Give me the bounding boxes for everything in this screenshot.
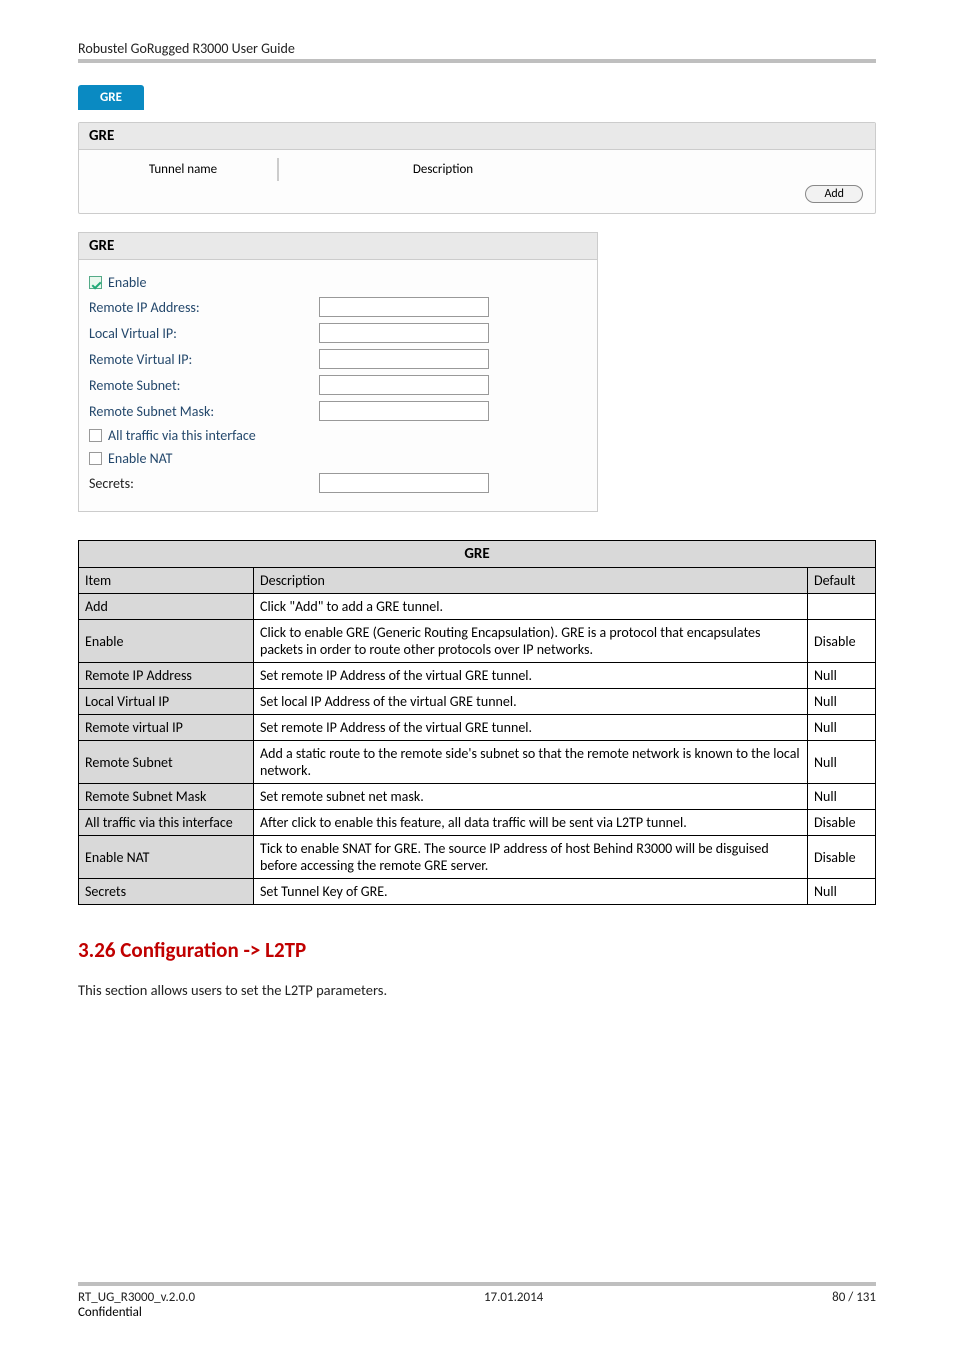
cell-desc: After click to enable this feature, all …	[254, 810, 808, 836]
cell-desc: Set Tunnel Key of GRE.	[254, 879, 808, 905]
cell-item: Secrets	[79, 879, 254, 905]
cell-item: Enable	[79, 620, 254, 663]
cell-def: Null	[808, 784, 876, 810]
page-footer: RT_UG_R3000_v.2.0.0 17.01.2014 80 / 131 …	[78, 1282, 876, 1320]
table-row: Remote IP Address Set remote IP Address …	[79, 663, 876, 689]
remote-subnet-label: Remote Subnet:	[89, 377, 319, 394]
remote-subnet-mask-input[interactable]	[319, 401, 489, 421]
th-item: Item	[79, 568, 254, 594]
remote-ip-label: Remote IP Address:	[89, 299, 319, 316]
footer-left: RT_UG_R3000_v.2.0.0	[78, 1290, 195, 1305]
section-heading: 3.26 Configuration -> L2TP	[78, 937, 876, 963]
table-row: Remote virtual IP Set remote IP Address …	[79, 715, 876, 741]
add-button[interactable]: Add	[805, 185, 863, 203]
cell-desc: Set local IP Address of the virtual GRE …	[254, 689, 808, 715]
th-description: Description	[254, 568, 808, 594]
gre-form-panel: GRE Enable Remote IP Address: Local Virt…	[78, 232, 598, 512]
gre-list-panel: GRE Tunnel name Description Add	[78, 122, 876, 214]
remote-subnet-input[interactable]	[319, 375, 489, 395]
cell-desc: Set remote IP Address of the virtual GRE…	[254, 715, 808, 741]
footer-center: 17.01.2014	[484, 1290, 543, 1305]
th-default: Default	[808, 568, 876, 594]
col-tunnel-name: Tunnel name	[89, 158, 279, 181]
header-rule	[78, 59, 876, 63]
gre-list-heading: GRE	[79, 123, 875, 150]
cell-desc: Set remote subnet net mask.	[254, 784, 808, 810]
doc-header: Robustel GoRugged R3000 User Guide	[78, 40, 876, 57]
cell-desc: Click "Add" to add a GRE tunnel.	[254, 594, 808, 620]
enable-nat-checkbox-icon[interactable]	[89, 452, 102, 465]
footer-confidential: Confidential	[78, 1305, 876, 1320]
all-traffic-label: All traffic via this interface	[108, 427, 256, 444]
cell-def: Null	[808, 663, 876, 689]
cell-def: Null	[808, 689, 876, 715]
table-row: All traffic via this interface After cli…	[79, 810, 876, 836]
table-row: Enable Click to enable GRE (Generic Rout…	[79, 620, 876, 663]
remote-virtual-ip-input[interactable]	[319, 349, 489, 369]
secrets-input[interactable]	[319, 473, 489, 493]
cell-item: Remote virtual IP	[79, 715, 254, 741]
cell-item: Enable NAT	[79, 836, 254, 879]
remote-subnet-mask-label: Remote Subnet Mask:	[89, 403, 319, 420]
cell-def	[808, 594, 876, 620]
gre-columns-table: Tunnel name Description	[87, 156, 607, 183]
cell-def: Null	[808, 715, 876, 741]
col-description: Description	[281, 158, 605, 181]
cell-def: Disable	[808, 836, 876, 879]
enable-label: Enable	[108, 274, 146, 291]
remote-ip-input[interactable]	[319, 297, 489, 317]
table-row: Remote Subnet Mask Set remote subnet net…	[79, 784, 876, 810]
table-row: Local Virtual IP Set local IP Address of…	[79, 689, 876, 715]
local-virtual-ip-label: Local Virtual IP:	[89, 325, 319, 342]
tab-gre[interactable]: GRE	[78, 85, 144, 110]
cell-desc: Tick to enable SNAT for GRE. The source …	[254, 836, 808, 879]
cell-item: Local Virtual IP	[79, 689, 254, 715]
remote-virtual-ip-label: Remote Virtual IP:	[89, 351, 319, 368]
cell-def: Disable	[808, 810, 876, 836]
cell-desc: Click to enable GRE (Generic Routing Enc…	[254, 620, 808, 663]
table-row: Add Click "Add" to add a GRE tunnel.	[79, 594, 876, 620]
gre-reference-table: GRE Item Description Default Add Click "…	[78, 540, 876, 905]
enable-nat-label: Enable NAT	[108, 450, 172, 467]
cell-item: Remote IP Address	[79, 663, 254, 689]
footer-rule	[78, 1282, 876, 1286]
cell-item: Remote Subnet	[79, 741, 254, 784]
cell-desc: Add a static route to the remote side's …	[254, 741, 808, 784]
enable-checkbox-icon[interactable]	[89, 276, 102, 289]
section-body: This section allows users to set the L2T…	[78, 981, 876, 999]
table-row: Remote Subnet Add a static route to the …	[79, 741, 876, 784]
local-virtual-ip-input[interactable]	[319, 323, 489, 343]
gre-form-heading: GRE	[79, 233, 597, 260]
cell-item: Add	[79, 594, 254, 620]
cell-item: All traffic via this interface	[79, 810, 254, 836]
cell-def: Null	[808, 879, 876, 905]
cell-desc: Set remote IP Address of the virtual GRE…	[254, 663, 808, 689]
all-traffic-checkbox-icon[interactable]	[89, 429, 102, 442]
table-row: Secrets Set Tunnel Key of GRE. Null	[79, 879, 876, 905]
cell-def: Disable	[808, 620, 876, 663]
cell-def: Null	[808, 741, 876, 784]
cell-item: Remote Subnet Mask	[79, 784, 254, 810]
table-title: GRE	[79, 541, 876, 568]
table-row: Enable NAT Tick to enable SNAT for GRE. …	[79, 836, 876, 879]
footer-right: 80 / 131	[832, 1290, 876, 1305]
secrets-label: Secrets:	[89, 475, 319, 492]
tab-row: GRE	[78, 85, 876, 110]
